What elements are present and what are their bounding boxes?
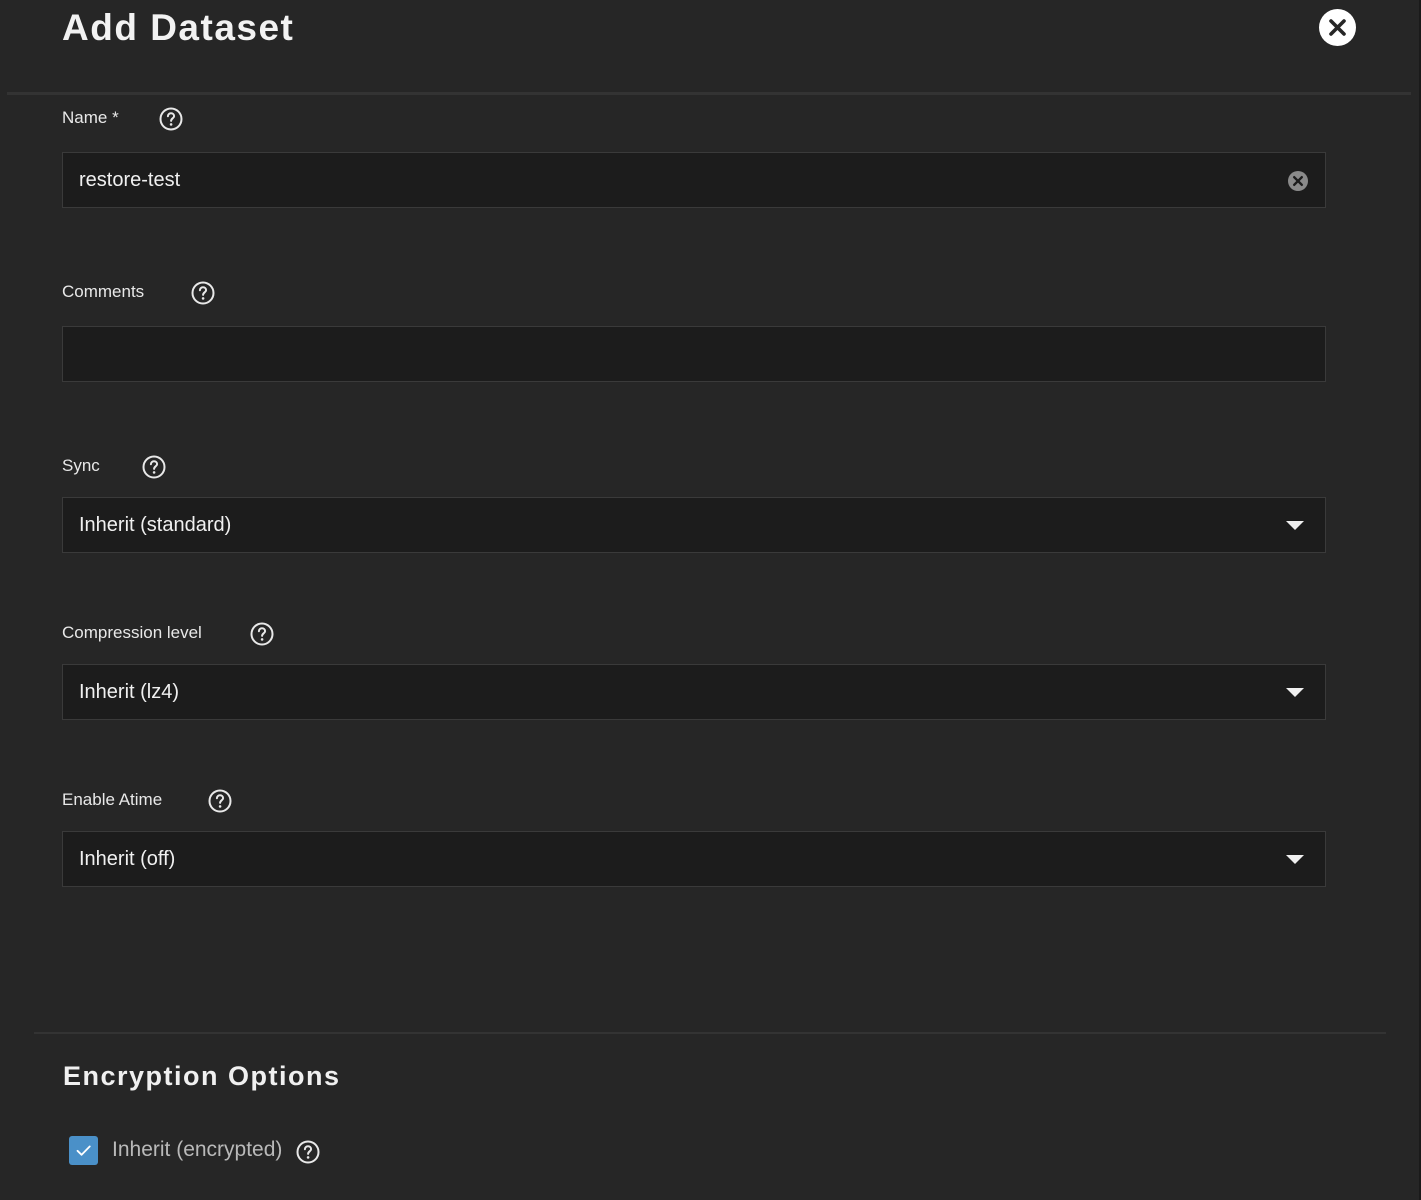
chevron-down-icon <box>1286 688 1304 697</box>
atime-help-icon[interactable] <box>208 789 232 813</box>
encryption-section-title: Encryption Options <box>63 1061 341 1091</box>
name-label: Name * <box>62 108 119 127</box>
sync-help-icon[interactable] <box>142 455 166 479</box>
clear-icon[interactable] <box>1287 170 1309 192</box>
compression-select[interactable]: Inherit (lz4) <box>62 664 1326 720</box>
inherit-encryption-label: Inherit (encrypted) <box>112 1138 283 1161</box>
comments-input[interactable] <box>63 327 1325 381</box>
dialog-title: Add Dataset <box>62 7 295 48</box>
check-icon <box>76 1145 91 1156</box>
name-field[interactable] <box>62 152 1326 208</box>
close-icon <box>1329 19 1346 36</box>
atime-label: Enable Atime <box>62 790 163 809</box>
comments-help-icon[interactable] <box>191 281 215 305</box>
header-divider <box>7 92 1411 95</box>
atime-selected-value: Inherit (off) <box>79 848 176 870</box>
compression-selected-value: Inherit (lz4) <box>79 681 180 703</box>
add-dataset-dialog: Add Dataset Name * Comments <box>0 0 1421 1200</box>
encryption-help-icon[interactable] <box>296 1140 320 1164</box>
name-input[interactable] <box>63 153 1325 207</box>
compression-label: Compression level <box>62 623 202 642</box>
sync-label: Sync <box>62 456 100 475</box>
comments-label: Comments <box>62 282 145 301</box>
chevron-down-icon <box>1286 855 1304 864</box>
comments-field[interactable] <box>62 326 1326 382</box>
sync-select[interactable]: Inherit (standard) <box>62 497 1326 553</box>
close-button[interactable] <box>1319 9 1356 46</box>
compression-help-icon[interactable] <box>250 622 274 646</box>
atime-select[interactable]: Inherit (off) <box>62 831 1326 887</box>
sync-selected-value: Inherit (standard) <box>79 514 232 536</box>
inherit-encryption-checkbox[interactable] <box>69 1136 98 1165</box>
chevron-down-icon <box>1286 521 1304 530</box>
section-divider <box>34 1032 1386 1034</box>
name-help-icon[interactable] <box>159 107 183 131</box>
